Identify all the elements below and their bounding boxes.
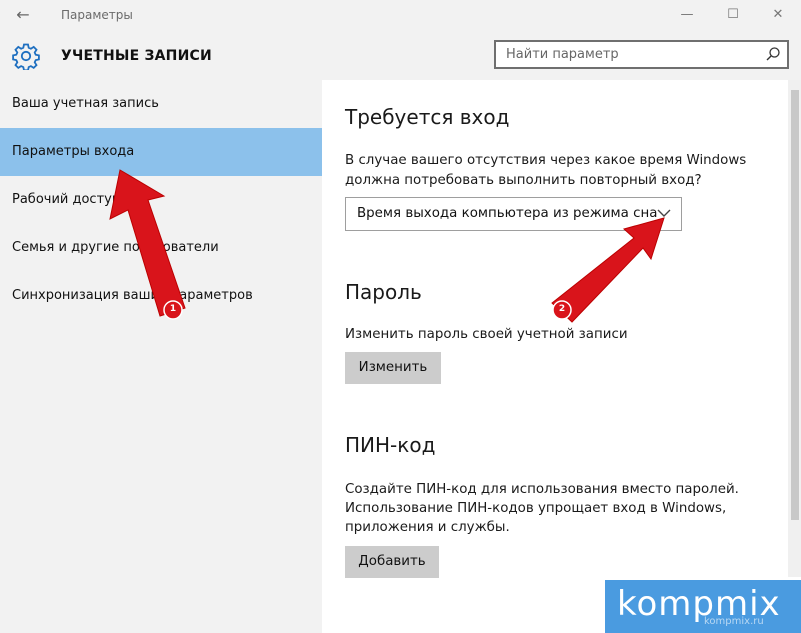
search-box[interactable] bbox=[494, 40, 789, 69]
sidebar: Ваша учетная запись Параметры входа Рабо… bbox=[0, 80, 322, 633]
maximize-button[interactable]: ☐ bbox=[710, 2, 756, 28]
signin-heading: Требуется вход bbox=[345, 105, 510, 129]
search-icon[interactable] bbox=[765, 46, 781, 62]
signin-question-line2: должна потребовать выполнить повторный в… bbox=[345, 173, 702, 188]
pin-description-line1: Создайте ПИН-код для использования вмест… bbox=[345, 482, 739, 497]
pin-description-line3: приложения и службы. bbox=[345, 520, 510, 535]
sidebar-item-signin-options[interactable]: Параметры входа bbox=[0, 128, 322, 176]
add-pin-button[interactable]: Добавить bbox=[345, 546, 439, 578]
scrollbar[interactable] bbox=[788, 80, 801, 633]
sidebar-item-sync[interactable]: Синхронизация ваших параметров bbox=[0, 272, 322, 320]
annotation-badge-2: 2 bbox=[558, 304, 566, 314]
title-bar: ← Параметры — ☐ ✕ bbox=[0, 0, 801, 31]
pin-description-line2: Использование ПИН-кодов упрощает вход в … bbox=[345, 501, 727, 516]
password-heading: Пароль bbox=[345, 280, 422, 304]
scrollbar-thumb[interactable] bbox=[791, 90, 799, 520]
chevron-down-icon[interactable] bbox=[657, 208, 671, 218]
sidebar-item-work-access[interactable]: Рабочий доступ bbox=[0, 176, 322, 224]
change-password-button[interactable]: Изменить bbox=[345, 352, 441, 384]
sidebar-item-family[interactable]: Семья и другие пользователи bbox=[0, 224, 322, 272]
back-arrow-icon[interactable]: ← bbox=[8, 4, 38, 26]
pin-heading: ПИН-код bbox=[345, 433, 436, 457]
section-title: УЧЕТНЫЕ ЗАПИСИ bbox=[61, 48, 212, 64]
watermark-small-text: kompmix.ru bbox=[704, 616, 764, 627]
window-title: Параметры bbox=[61, 8, 133, 22]
annotation-badge-1: 1 bbox=[169, 304, 177, 314]
dropdown-selected-value: Время выхода компьютера из режима сна bbox=[357, 206, 658, 221]
close-button[interactable]: ✕ bbox=[755, 2, 801, 28]
gear-icon bbox=[12, 43, 40, 70]
sidebar-item-your-account[interactable]: Ваша учетная запись bbox=[0, 80, 322, 128]
minimize-button[interactable]: — bbox=[664, 2, 710, 28]
watermark-logo: kompmix kompmix.ru bbox=[602, 577, 801, 633]
signin-question-line1: В случае вашего отсутствия через какое в… bbox=[345, 153, 747, 168]
signin-timeout-dropdown[interactable]: Время выхода компьютера из режима сна bbox=[345, 197, 682, 231]
search-input[interactable] bbox=[496, 42, 756, 67]
password-description: Изменить пароль своей учетной записи bbox=[345, 327, 628, 342]
